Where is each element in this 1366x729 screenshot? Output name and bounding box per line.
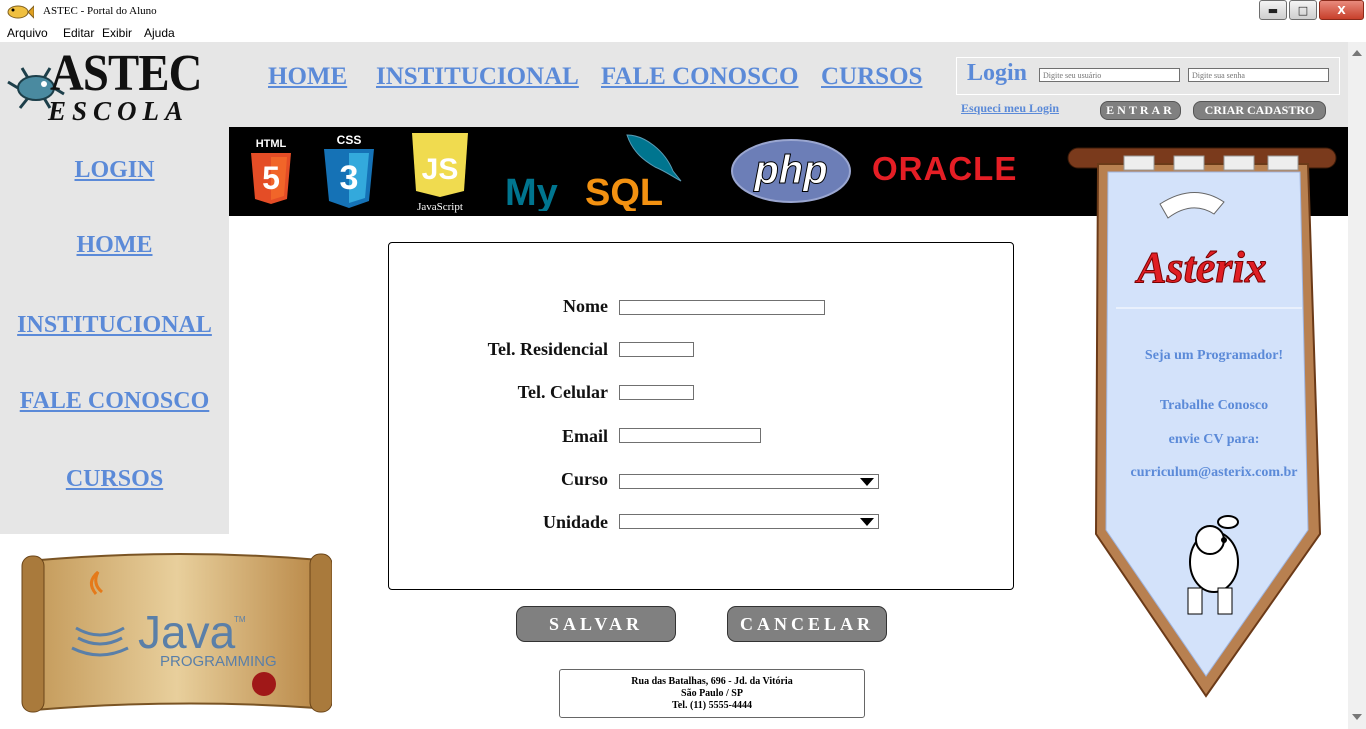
java-subtitle: PROGRAMMING [160,653,277,670]
css3-number: 3 [340,159,359,197]
login-label: Login [967,60,1028,86]
banner-email[interactable]: curriculum@asterix.com.br [1099,465,1329,481]
oracle-label: ORACLE [872,150,1017,186]
registration-form [388,242,1014,590]
java-programming-ad: Java TM PROGRAMMING [21,553,332,713]
menu-exibir[interactable]: Exibir [102,26,132,40]
javascript-icon: JS JavaScript [412,133,468,213]
menu-arquivo[interactable]: Arquivo [7,26,48,40]
sidebar-item-home[interactable]: HOME [0,232,229,259]
banner-slogan: Seja um Programador! [1144,348,1284,363]
sidebar-item-fale-conosco[interactable]: FALE CONOSCO [0,388,229,415]
chevron-down-icon [860,518,874,526]
html5-number: 5 [262,160,280,196]
asterix-banner: Astérix [1067,147,1337,698]
asterix-logo-text: Astérix [1134,243,1267,292]
banner-send-cv: envie CV para: [1168,432,1260,447]
window-title: ASTEC - Portal do Aluno [43,5,157,17]
sidebar-item-login[interactable]: LOGIN [0,157,229,184]
email-input[interactable] [619,428,761,443]
tel-residencial-label: Tel. Residencial [487,339,608,359]
css3-icon: 3 CSS [324,133,374,208]
scroll-up-icon[interactable] [1352,50,1362,56]
topnav-home[interactable]: HOME [268,63,347,91]
minimize-button[interactable]: ▬ [1259,0,1287,20]
username-input[interactable] [1039,68,1180,82]
java-word: Java [138,606,236,658]
title-bar [0,0,1366,22]
email-label: Email [561,426,608,446]
logo-text: ASTEC [50,45,202,102]
tel-celular-label: Tel. Celular [517,382,608,402]
curso-select[interactable] [619,474,879,489]
nome-input[interactable] [619,300,825,315]
enter-button[interactable]: ENTRAR [1100,101,1181,120]
tel-residencial-input[interactable] [619,342,694,357]
tel-celular-input[interactable] [619,385,694,400]
mysql-icon: My SQL [505,134,682,211]
css3-label: CSS [337,133,362,147]
scroll-down-icon[interactable] [1352,714,1362,720]
topnav-institucional[interactable]: INSTITUCIONAL [376,63,579,91]
php-label: php [753,148,827,192]
logo-subtext: ESCOLA [48,96,190,126]
html5-icon: 5 HTML [251,138,291,204]
save-button[interactable]: SALVAR [516,606,676,642]
sidebar-item-cursos[interactable]: CURSOS [0,466,229,493]
unidade-select[interactable] [619,514,879,529]
sidebar-item-institucional[interactable]: INSTITUCIONAL [0,312,229,339]
password-input[interactable] [1188,68,1329,82]
html5-label: HTML [256,138,287,150]
menu-ajuda[interactable]: Ajuda [144,26,175,40]
mysql-label-my: My [505,172,558,211]
forgot-login-link[interactable]: Esqueci meu Login [961,101,1059,116]
app-fish-icon [7,5,34,19]
address-line-2: São Paulo / SP [681,688,743,699]
menu-bar [0,22,1366,42]
chevron-down-icon [860,478,874,486]
java-trademark: TM [234,615,246,624]
javascript-label: JS [422,153,459,186]
curso-label: Curso [560,469,608,489]
php-icon: php [731,139,851,203]
topnav-fale-conosco[interactable]: FALE CONOSCO [601,63,798,91]
address-line-3: Tel. (11) 5555-4444 [672,700,752,711]
topnav-cursos[interactable]: CURSOS [821,63,922,91]
close-button[interactable]: X [1319,0,1364,20]
address-box: Rua das Batalhas, 696 - Jd. da Vitória S… [559,669,865,718]
oracle-icon: ORACLE [872,150,1017,186]
banner-work-with-us: Trabalhe Conosco [1159,398,1269,413]
cancel-button[interactable]: CANCELAR [727,606,887,642]
address-line-1: Rua das Batalhas, 696 - Jd. da Vitória [631,676,793,687]
maximize-button[interactable]: □ [1289,0,1317,20]
create-account-button[interactable]: CRIAR CADASTRO [1193,101,1326,120]
menu-editar[interactable]: Editar [63,26,94,40]
unidade-label: Unidade [542,512,608,532]
vertical-scrollbar[interactable] [1348,42,1366,729]
nome-label: Nome [563,296,608,316]
mysql-label-sql: SQL [585,172,663,211]
javascript-caption: JavaScript [417,201,463,213]
